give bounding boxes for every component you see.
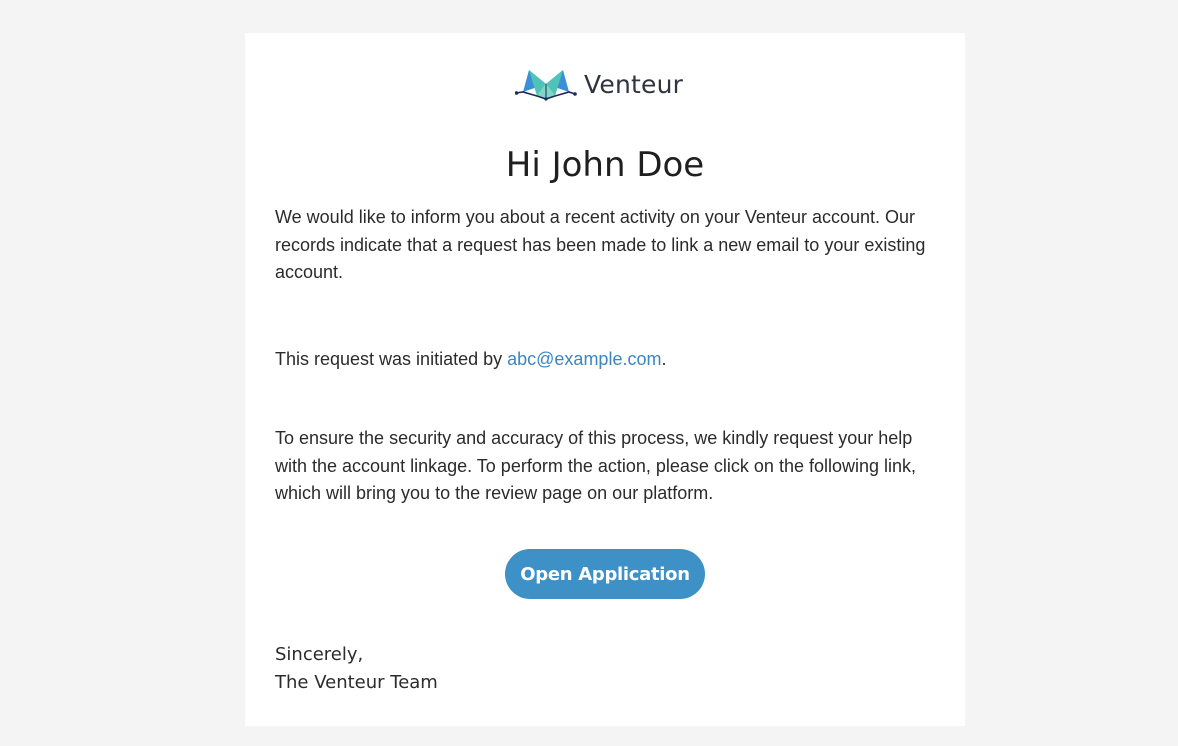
instruction-paragraph: To ensure the security and accuracy of t… xyxy=(275,428,917,503)
brand-logo: Venteur xyxy=(515,66,683,102)
venteur-logo-icon xyxy=(515,66,577,102)
signoff-team: The Venteur Team xyxy=(275,672,438,693)
initiator-suffix: . xyxy=(661,349,667,369)
brand-name: Venteur xyxy=(584,69,684,99)
initiator-prefix: This request was initiated by xyxy=(275,349,508,369)
initiator-email-link[interactable]: abc@example.com xyxy=(507,349,661,369)
activity-paragraph: We would like to inform you about a rece… xyxy=(275,207,926,282)
open-application-button[interactable]: Open Application xyxy=(505,549,705,599)
signoff-closing: Sincerely, xyxy=(275,644,364,665)
email-card: Venteur Hi John Doe We would like to inf… xyxy=(245,33,965,726)
signoff: Sincerely, The Venteur Team xyxy=(275,641,438,697)
initiator-paragraph: This request was initiated by abc@exampl… xyxy=(275,346,935,374)
greeting-heading: Hi John Doe xyxy=(505,145,705,185)
